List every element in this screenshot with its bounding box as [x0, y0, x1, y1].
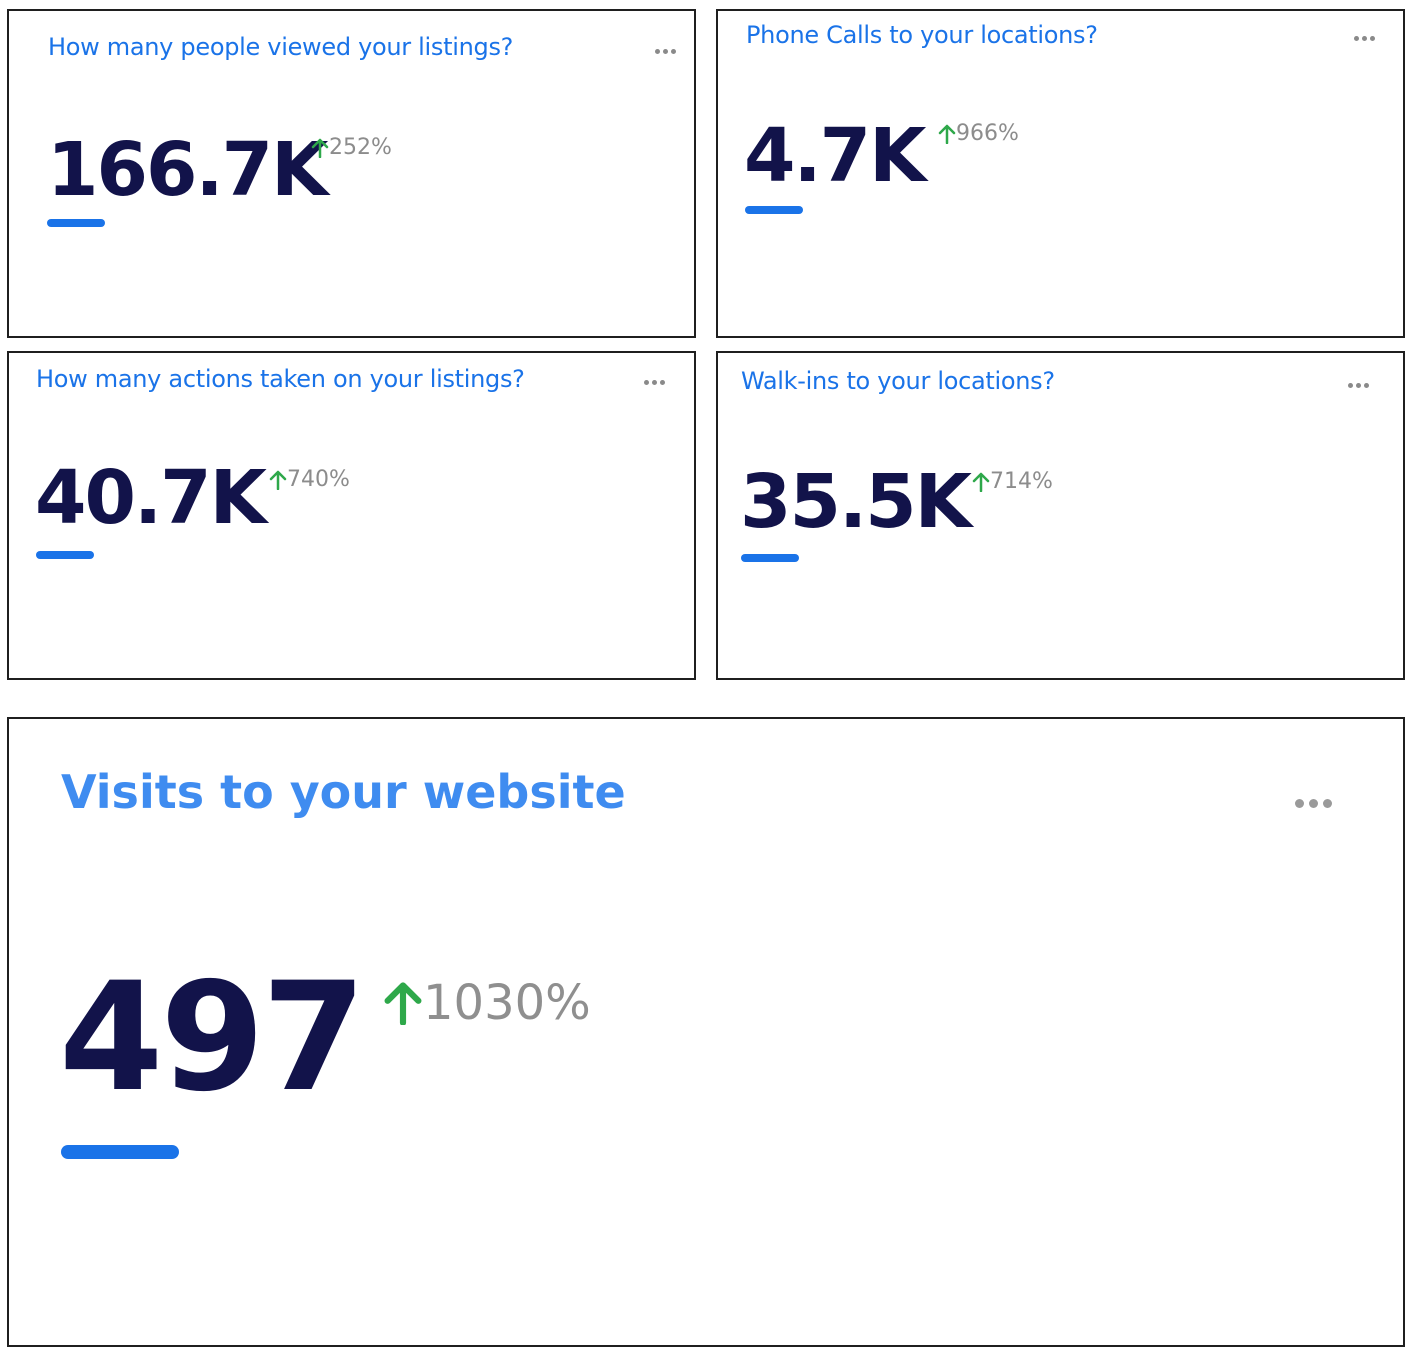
kpi-card-listing-views: How many people viewed your listings? 16…: [7, 9, 696, 338]
arrow-up-icon: [269, 470, 287, 490]
delta-value: 714%: [990, 469, 1053, 494]
arrow-up-icon: [384, 982, 422, 1025]
kpi-value: 166.7K: [47, 127, 328, 213]
delta-indicator: 1030%: [383, 975, 591, 1031]
kpi-value: 497: [59, 951, 366, 1125]
arrow-up-icon: [311, 138, 329, 158]
more-options-icon[interactable]: [1354, 36, 1375, 41]
kpi-card-walk-ins: Walk-ins to your locations? 35.5K 714%: [716, 351, 1405, 680]
delta-indicator: 740%: [269, 467, 350, 492]
delta-indicator: 966%: [938, 121, 1019, 146]
arrow-up-icon: [972, 472, 990, 492]
kpi-value: 4.7K: [744, 113, 926, 199]
kpi-value: 35.5K: [740, 459, 972, 545]
more-options-icon[interactable]: [655, 49, 676, 54]
delta-value: 966%: [956, 121, 1019, 146]
accent-underline: [47, 219, 105, 227]
kpi-card-phone-calls: Phone Calls to your locations? 4.7K 966%: [716, 9, 1405, 338]
kpi-value: 40.7K: [35, 455, 267, 541]
card-title: How many actions taken on your listings?: [36, 365, 525, 393]
accent-underline: [741, 554, 799, 562]
kpi-card-website-visits: Visits to your website 497 1030%: [7, 717, 1405, 1347]
card-title: Walk-ins to your locations?: [741, 367, 1055, 395]
accent-underline: [36, 551, 94, 559]
delta-indicator: 714%: [972, 469, 1053, 494]
more-options-icon[interactable]: [1295, 799, 1332, 808]
card-title: Visits to your website: [61, 765, 626, 819]
delta-indicator: 252%: [311, 135, 392, 160]
more-options-icon[interactable]: [1348, 383, 1369, 388]
card-title: Phone Calls to your locations?: [746, 21, 1098, 49]
accent-underline: [745, 206, 803, 214]
arrow-up-icon: [938, 124, 956, 144]
delta-value: 252%: [329, 135, 392, 160]
card-title: How many people viewed your listings?: [48, 33, 514, 61]
kpi-card-listing-actions: How many actions taken on your listings?…: [7, 351, 696, 680]
delta-value: 1030%: [423, 975, 591, 1031]
delta-value: 740%: [287, 467, 350, 492]
accent-underline: [61, 1145, 179, 1159]
more-options-icon[interactable]: [644, 380, 665, 385]
